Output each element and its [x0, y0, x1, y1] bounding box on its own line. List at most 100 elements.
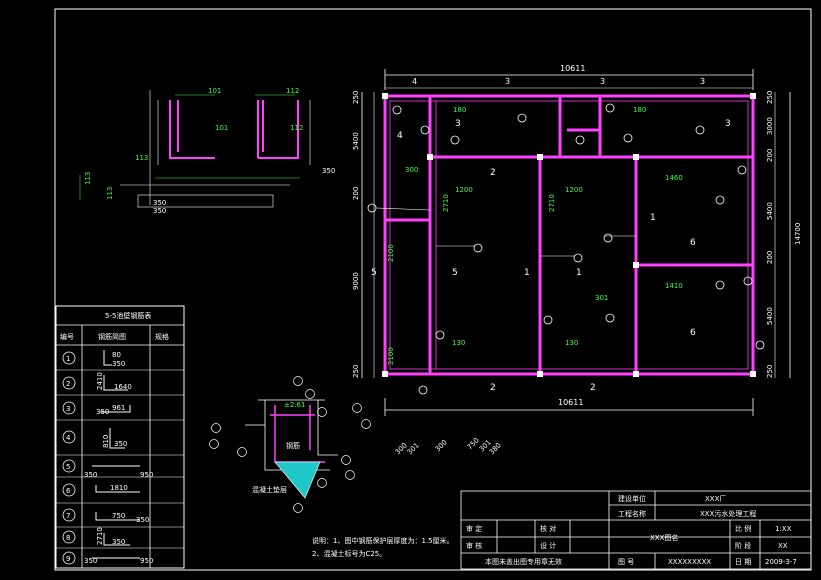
- table-shape-note: 810: [102, 435, 110, 448]
- plan-leaders: [375, 207, 636, 257]
- table-row-id: 4: [66, 434, 71, 442]
- plan-right-dim-3: 200: [766, 149, 774, 162]
- plan-room-label: 6: [690, 328, 696, 338]
- detail-dim-bottom-1: 350: [322, 167, 335, 175]
- tb-company-value: XXX厂: [705, 495, 726, 503]
- loose-mark: 301: [406, 441, 421, 456]
- plan-room-label: 6: [690, 238, 696, 248]
- tb-role-4: 设 计: [540, 541, 556, 550]
- plan-room-label: 2: [490, 383, 496, 393]
- plan-rebar-mark: 1410: [665, 282, 683, 290]
- plan-walls: [383, 94, 755, 376]
- tb-role-3: 核 对: [540, 524, 556, 533]
- table-shape-note: 350: [114, 440, 127, 448]
- plan-room-label: 2: [590, 383, 596, 393]
- tb-stage-label: 阶 段: [735, 541, 751, 550]
- tb-number-value: XXXXXXXXX: [668, 558, 711, 566]
- plan-rebar-mark: 2710: [442, 194, 450, 212]
- section-label-top: 钢筋: [286, 441, 300, 450]
- plan-columns: [382, 93, 756, 377]
- table-shape-note: 961: [112, 404, 125, 412]
- detail-dim-top-2: 112: [286, 87, 299, 95]
- floor-plan: 10611 4 3 3 3 10611 250 5400 200 9000 25…: [352, 64, 802, 416]
- tb-date-value: 2009-3-7: [765, 558, 797, 566]
- plan-left-dim-2: 5400: [352, 132, 360, 150]
- tb-footer: 本图未盖出图专用章无效: [485, 557, 562, 566]
- tb-drawing-name: XXX图名: [650, 533, 678, 542]
- tb-date-label: 日 期: [735, 558, 751, 566]
- plan-rebar-mark: 300: [405, 166, 418, 174]
- table-row-id: 6: [66, 487, 71, 495]
- table-shape-note: 350: [84, 471, 97, 479]
- table-shape-note: 750: [112, 512, 125, 520]
- plan-top-seg-2: 3: [505, 77, 510, 86]
- table-shape-note: 950: [140, 557, 153, 565]
- table-row-id: 1: [66, 355, 70, 363]
- plan-rebar-mark: 180: [453, 106, 466, 114]
- rebar-schedule-table: 5-5池壁钢筋表 编号 钢筋简图 规格 1 2 3 4 5 6 7 8 9 80…: [55, 305, 185, 569]
- tb-role-1: 审 定: [466, 524, 482, 533]
- table-shape-note: 950: [140, 471, 153, 479]
- plan-rebar-mark: 1460: [665, 174, 683, 182]
- detail-rebar-shape: [169, 100, 299, 159]
- detail-dim-bottom-3: 350: [153, 207, 166, 215]
- table-shape-note: 2710: [96, 527, 104, 545]
- table-header-id: 编号: [60, 332, 74, 341]
- plan-room-label: 4: [397, 131, 403, 141]
- tb-company-label: 建设单位: [618, 494, 646, 503]
- note-line-1: 说明：1、图中钢筋保护层厚度为：1.5厘米。: [312, 536, 454, 545]
- plan-rebar-mark: 130: [565, 339, 578, 347]
- plan-overall-bottom-dim: 10611: [558, 398, 583, 407]
- plan-right-dim-1: 250: [766, 91, 774, 104]
- plan-rebar-mark: 301: [595, 294, 608, 302]
- table-header-shape: 钢筋简图: [98, 332, 126, 341]
- plan-left-dim-1: 250: [352, 91, 360, 104]
- plan-left-dim-3: 200: [352, 187, 360, 200]
- plan-left-dim-5: 250: [352, 365, 360, 378]
- tb-scale-label: 比 例: [735, 524, 751, 533]
- plan-room-label: 3: [455, 119, 461, 129]
- plan-room-label: 1: [576, 268, 582, 278]
- cad-drawing-canvas: 10611 4 3 3 3 10611 250 5400 200 9000 25…: [54, 8, 812, 571]
- detail-dim-mid-3: 113: [135, 154, 148, 162]
- plan-rebar-mark: 180: [633, 106, 646, 114]
- plan-room-label: 5: [452, 268, 458, 278]
- table-shape-note: 350: [84, 557, 97, 565]
- plan-rebar-mark: 2100: [387, 347, 395, 365]
- table-shape-note: 350: [112, 538, 125, 546]
- table-row-id: 5: [66, 463, 70, 471]
- plan-right-dim-4: 5400: [766, 202, 774, 220]
- loose-mark: 300: [434, 438, 449, 453]
- table-shape-note: 350: [112, 360, 125, 368]
- plan-rebar-mark: 2710: [548, 194, 556, 212]
- section-detail: ±2.61 钢筋 混凝土垫层: [209, 376, 371, 513]
- plan-room-label: 2: [490, 168, 496, 178]
- plan-rebar-mark: 2100: [387, 244, 395, 262]
- plan-right-total: 14700: [794, 223, 802, 245]
- plan-left-dim-4: 9000: [352, 272, 360, 290]
- section-rebar: [270, 405, 325, 463]
- table-header-spec: 规格: [155, 332, 169, 341]
- plan-right-dim-5: 200: [766, 251, 774, 264]
- plan-right-dim-7: 250: [766, 365, 774, 378]
- tb-scale-value: 1:XX: [775, 525, 792, 533]
- plan-room-label: 1: [650, 213, 656, 223]
- plan-callout-circles: [367, 103, 765, 395]
- plan-room-label: 5: [371, 268, 377, 278]
- tb-project-label: 工程名称: [618, 509, 646, 518]
- detail-dim-mid-2: 112: [290, 124, 303, 132]
- detail-dim-side-1: 113: [84, 172, 92, 185]
- plan-top-seg-1: 4: [412, 77, 417, 86]
- table-title: 5-5池壁钢筋表: [105, 311, 151, 320]
- drawing-frame: [54, 8, 812, 571]
- table-row-id: 7: [66, 512, 70, 520]
- plan-rebar-mark: 1200: [565, 186, 583, 194]
- detail-dim-side-2: 113: [106, 187, 114, 200]
- plan-room-label: 1: [524, 268, 530, 278]
- note-line-2: 2、混凝土标号为C25。: [312, 549, 386, 558]
- detail-dim-bottom-2: 350: [153, 199, 166, 207]
- table-row-id: 3: [66, 405, 70, 413]
- tb-stage-value: XX: [778, 542, 788, 550]
- section-elevation: ±2.61: [284, 401, 305, 409]
- tb-project-value: XXX污水处理工程: [700, 509, 756, 518]
